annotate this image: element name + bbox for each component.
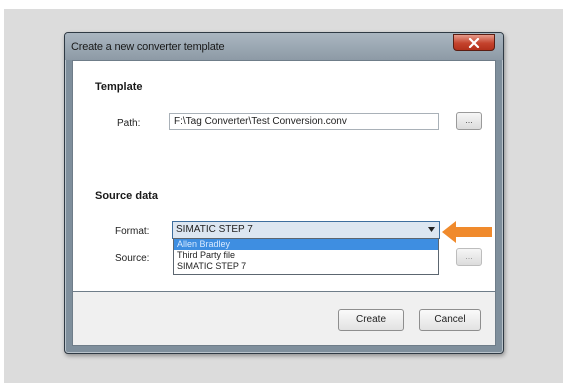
format-option-third-party[interactable]: Third Party file xyxy=(174,250,438,261)
template-heading: Template xyxy=(95,81,143,93)
dialog-footer: Create Cancel xyxy=(72,292,496,346)
format-select-value: SIMATIC STEP 7 xyxy=(176,224,253,235)
source-data-heading: Source data xyxy=(95,190,158,202)
source-browse-button[interactable]: ... xyxy=(456,248,482,266)
cancel-button[interactable]: Cancel xyxy=(419,309,481,331)
source-label: Source: xyxy=(115,253,150,264)
close-button[interactable] xyxy=(453,34,495,51)
path-label: Path: xyxy=(117,118,141,129)
create-template-dialog: Create a new converter template Template… xyxy=(64,32,504,354)
arrow-left-icon xyxy=(442,221,492,243)
dialog-content: Template Path: F:\Tag Converter\Test Con… xyxy=(72,60,496,292)
dialog-titlebar[interactable]: Create a new converter template xyxy=(65,33,503,60)
format-option-allen-bradley[interactable]: Allen Bradley xyxy=(174,239,438,250)
format-select[interactable]: SIMATIC STEP 7 xyxy=(172,221,440,239)
path-browse-button[interactable]: ... xyxy=(456,112,482,130)
create-button[interactable]: Create xyxy=(338,309,404,331)
path-field[interactable]: F:\Tag Converter\Test Conversion.conv xyxy=(169,113,439,130)
dialog-title: Create a new converter template xyxy=(71,41,225,53)
format-option-simatic-step7[interactable]: SIMATIC STEP 7 xyxy=(174,261,438,272)
chevron-down-icon xyxy=(428,227,435,232)
format-label: Format: xyxy=(115,226,150,237)
close-icon xyxy=(468,37,480,48)
format-dropdown-list: Allen Bradley Third Party file SIMATIC S… xyxy=(173,238,439,275)
